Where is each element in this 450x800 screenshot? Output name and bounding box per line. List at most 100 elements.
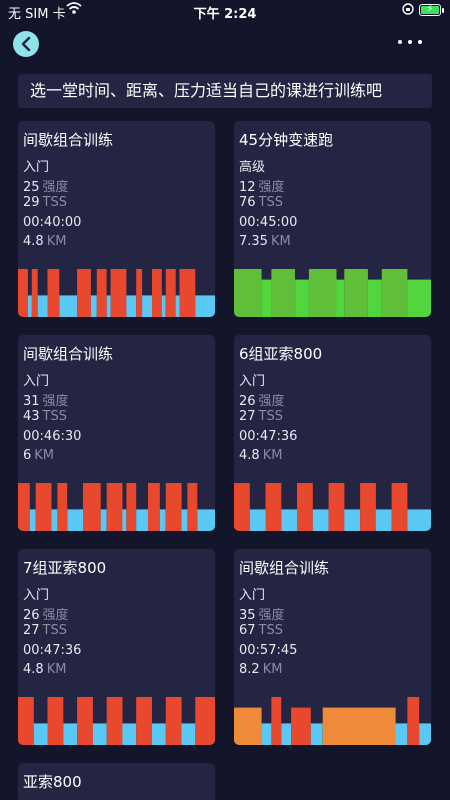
workout-distance: 4.8 KM xyxy=(23,234,66,249)
workout-intensity-value: 35 xyxy=(239,607,256,623)
workout-level-value: 入门 xyxy=(23,374,50,389)
battery-icon: ⚡ xyxy=(419,2,441,16)
intensity-bar xyxy=(181,723,196,745)
workout-level: 入门 xyxy=(239,584,265,603)
workout-distance-value: 4.8 xyxy=(23,234,44,249)
intensity-bar xyxy=(261,723,272,745)
workout-card[interactable]: 7组亚索800 入门 26 强度 27 TSS 00:47:36 4.8 KM xyxy=(18,549,215,745)
workout-title: 间歇组合训练 xyxy=(23,345,114,363)
workout-duration-value: 00:47:36 xyxy=(239,428,298,444)
nav-bar xyxy=(0,22,450,64)
intensity-bar xyxy=(197,509,215,531)
workout-level-value: 高级 xyxy=(239,160,266,175)
workout-distance: 7.35 KM xyxy=(239,234,291,249)
intensity-bar xyxy=(308,269,337,317)
intensity-bar xyxy=(391,483,408,531)
workout-duration-value: 00:46:30 xyxy=(23,428,82,444)
workout-tss: 43 TSS xyxy=(23,409,67,424)
workout-distance-value: 7.35 xyxy=(239,234,268,249)
intensity-bar xyxy=(77,697,93,745)
workout-card[interactable]: 间歇组合训练 入门 35 强度 67 TSS 00:57:45 8.2 KM xyxy=(234,549,431,745)
intensity-profile-chart xyxy=(18,483,215,531)
workout-card[interactable]: 45分钟变速跑 高级 12 强度 76 TSS 00:45:00 7.35 KM xyxy=(234,121,431,317)
workout-intensity-value: 31 xyxy=(23,393,40,409)
workout-distance-value: 4.8 xyxy=(23,662,44,677)
workout-level: 入门 xyxy=(239,370,265,389)
intensity-bar xyxy=(407,509,431,531)
intensity-bar xyxy=(249,509,266,531)
workout-intensity-unit: 强度 xyxy=(42,607,69,623)
intensity-bar xyxy=(126,295,137,317)
workout-distance-unit: KM xyxy=(34,448,55,463)
intensity-bar xyxy=(159,509,166,531)
workout-tss-value: 67 xyxy=(239,623,256,638)
workout-intensity: 26 强度 xyxy=(239,390,285,409)
intensity-bar xyxy=(33,723,48,745)
workout-duration: 00:57:45 xyxy=(239,643,297,658)
workout-distance: 4.8 KM xyxy=(23,662,66,677)
intensity-bar xyxy=(297,483,313,531)
workout-card[interactable]: 亚索800 xyxy=(18,763,215,800)
workout-tss-value: 76 xyxy=(239,195,256,210)
workout-duration-value: 00:47:36 xyxy=(23,642,82,658)
more-options-button[interactable] xyxy=(394,32,426,52)
intensity-profile-chart xyxy=(234,269,431,317)
intensity-bar xyxy=(18,269,28,317)
workout-intensity-value: 25 xyxy=(23,179,40,195)
workout-duration: 00:40:00 xyxy=(23,215,81,230)
intensity-bar xyxy=(100,509,107,531)
intensity-bar xyxy=(271,697,282,745)
workout-intensity-unit: 强度 xyxy=(258,393,285,409)
workout-title: 亚索800 xyxy=(23,773,82,791)
intensity-bar xyxy=(407,697,420,745)
workout-intensity-value: 12 xyxy=(239,179,256,195)
workout-card[interactable]: 间歇组合训练 入门 31 强度 43 TSS 00:46:30 6 KM xyxy=(18,335,215,531)
intensity-bar xyxy=(344,269,368,317)
intensity-bar xyxy=(195,295,215,317)
intensity-bar xyxy=(181,509,188,531)
intensity-bar xyxy=(77,269,91,317)
workout-distance-unit: KM xyxy=(262,662,283,677)
workout-duration-value: 00:57:45 xyxy=(239,642,298,658)
intensity-bar xyxy=(165,269,176,317)
workout-distance-unit: KM xyxy=(46,662,67,677)
workout-distance: 6 KM xyxy=(23,448,54,463)
workout-distance-unit: KM xyxy=(46,234,67,249)
workout-level: 入门 xyxy=(23,584,49,603)
workout-distance-unit: KM xyxy=(270,234,291,249)
intensity-profile-chart xyxy=(234,697,431,745)
workout-tss-value: 27 xyxy=(239,409,256,424)
workout-title: 间歇组合训练 xyxy=(239,559,330,577)
intensity-bar xyxy=(106,295,111,317)
intensity-bar xyxy=(234,269,262,317)
back-button[interactable] xyxy=(13,31,39,57)
intensity-bar xyxy=(90,295,97,317)
intensity-bar xyxy=(59,295,78,317)
workout-level-value: 入门 xyxy=(239,588,266,603)
workout-intensity-value: 26 xyxy=(23,607,40,623)
workout-intensity: 12 强度 xyxy=(239,176,285,195)
workout-card[interactable]: 间歇组合训练 入门 25 强度 29 TSS 00:40:00 4.8 KM xyxy=(18,121,215,317)
workout-tss-value: 27 xyxy=(23,623,40,638)
workout-level: 入门 xyxy=(23,156,49,175)
workout-distance: 4.8 KM xyxy=(239,448,282,463)
workout-level-value: 入门 xyxy=(239,374,266,389)
intensity-bar xyxy=(18,483,30,531)
intensity-bar xyxy=(195,697,215,745)
workout-intensity-unit: 强度 xyxy=(42,179,69,195)
intensity-bar xyxy=(381,269,408,317)
intensity-bar xyxy=(29,509,36,531)
intensity-bar xyxy=(122,509,127,531)
intensity-bar xyxy=(310,723,323,745)
workout-distance-value: 8.2 xyxy=(239,662,260,677)
intensity-bar xyxy=(47,269,60,317)
intensity-bar xyxy=(271,269,295,317)
intensity-bar xyxy=(295,279,309,317)
intensity-bar xyxy=(57,483,68,531)
workout-tss-unit: TSS xyxy=(42,623,67,638)
intensity-bar xyxy=(395,723,408,745)
intensity-bar xyxy=(375,509,392,531)
workout-distance-unit: KM xyxy=(262,448,283,463)
workout-duration-value: 00:40:00 xyxy=(23,214,82,230)
workout-card[interactable]: 6组亚索800 入门 26 强度 27 TSS 00:47:36 4.8 KM xyxy=(234,335,431,531)
